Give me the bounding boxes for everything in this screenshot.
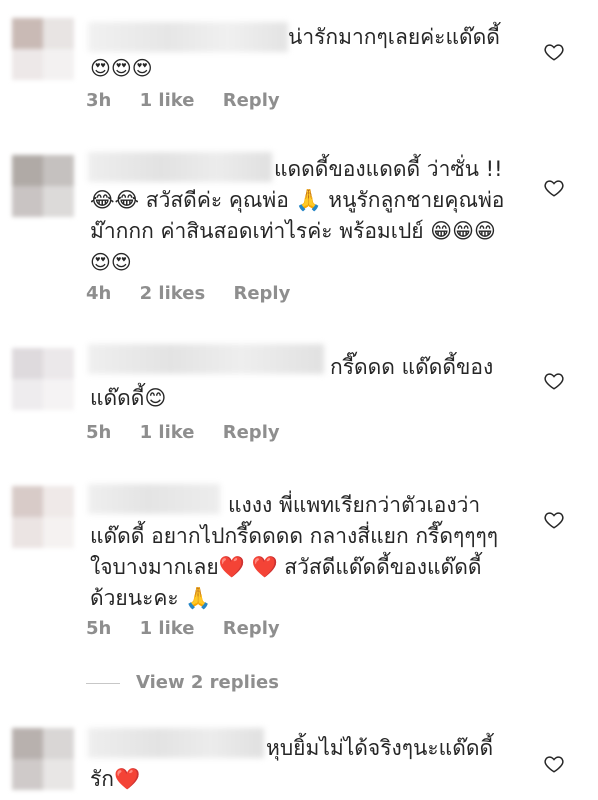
heart-icon[interactable]	[543, 177, 565, 199]
avatar[interactable]	[12, 18, 74, 80]
comment-time: 5h	[86, 618, 112, 639]
avatar[interactable]	[12, 155, 74, 217]
comment-text: น่ารักมากๆเลยค่ะแด๊ดดี้ 😍😍😍	[90, 25, 500, 80]
avatar[interactable]	[12, 486, 74, 548]
comment-meta: 3h 1 like Reply	[86, 90, 302, 111]
avatar[interactable]	[12, 348, 74, 410]
comment-meta: 4h 2 likes Reply	[86, 283, 312, 304]
comment-time: 4h	[86, 283, 112, 304]
like-count[interactable]: 2 likes	[140, 283, 206, 304]
comment-meta: 5h 1 like Reply	[86, 618, 302, 639]
reply-button[interactable]: Reply	[223, 422, 280, 443]
comment-text: แดดดี้ของแดดดี้ ว่าซั่น !! 😂😂 สวัสดีค่ะ …	[90, 157, 505, 274]
replies-divider	[86, 682, 120, 684]
like-count[interactable]: 1 like	[140, 90, 195, 111]
heart-icon[interactable]	[543, 41, 565, 63]
view-replies-label: View 2 replies	[136, 672, 279, 693]
avatar[interactable]	[12, 728, 74, 790]
comment-meta: 5h 1 like Reply	[86, 422, 302, 443]
heart-icon[interactable]	[543, 370, 565, 392]
comment-text: กรี๊ดดด แด๊ดดี้ของ แด๊ดดี้😊	[90, 355, 494, 410]
like-count[interactable]: 1 like	[140, 618, 195, 639]
like-count[interactable]: 1 like	[140, 422, 195, 443]
reply-button[interactable]: Reply	[233, 283, 290, 304]
comment-text: แงงง พี่แพทเรียกว่าตัวเองว่า แด๊ดดี้ อยา…	[90, 493, 499, 610]
comment-time: 3h	[86, 90, 112, 111]
comment-time: 5h	[86, 422, 112, 443]
reply-button[interactable]: Reply	[223, 90, 280, 111]
heart-icon[interactable]	[543, 753, 565, 775]
reply-button[interactable]: Reply	[223, 618, 280, 639]
heart-icon[interactable]	[543, 509, 565, 531]
comment-text: หุบยิ้มไม่ได้จริงๆนะแด๊ดดี้ รัก❤️	[90, 736, 494, 791]
view-replies-button[interactable]: View 2 replies	[86, 672, 279, 693]
